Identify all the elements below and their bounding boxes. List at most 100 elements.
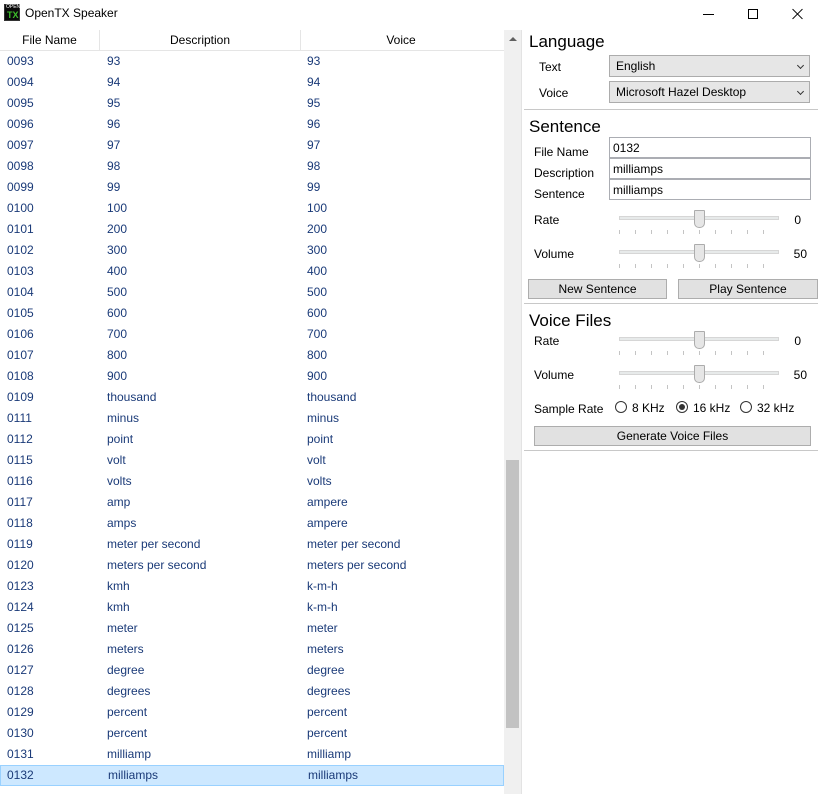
table-row[interactable]: 0097 97 97 [0, 135, 504, 156]
table-row[interactable]: 0117 amp ampere [0, 492, 504, 513]
cell-description: thousand [107, 390, 157, 404]
scroll-thumb[interactable] [506, 460, 519, 728]
table-row[interactable]: 0109 thousand thousand [0, 387, 504, 408]
description-label: Description [534, 166, 595, 180]
slider-thumb[interactable] [694, 365, 705, 383]
sample-rate-label: Sample Rate [534, 402, 604, 416]
sentence-input[interactable]: milliamps [609, 179, 811, 200]
language-title: Language [529, 32, 605, 51]
sample-rate-8khz-radio[interactable] [615, 401, 627, 413]
cell-voice: volts [307, 474, 332, 488]
column-header-file-name[interactable]: File Name [0, 30, 100, 51]
cell-voice: k-m-h [307, 579, 338, 593]
sentence-volume-slider[interactable] [619, 244, 779, 268]
column-header-description[interactable]: Description [100, 30, 301, 51]
table-row[interactable]: 0119 meter per second meter per second [0, 534, 504, 555]
table-row[interactable]: 0106 700 700 [0, 324, 504, 345]
cell-voice: volt [307, 453, 326, 467]
table-row[interactable]: 0127 degree degree [0, 660, 504, 681]
divider [524, 303, 818, 304]
generate-voice-files-button[interactable]: Generate Voice Files [534, 426, 811, 446]
slider-ticks [619, 230, 779, 234]
slider-ticks [619, 264, 779, 268]
table-row[interactable]: 0105 600 600 [0, 303, 504, 324]
table-row[interactable]: 0108 900 900 [0, 366, 504, 387]
vertical-scrollbar[interactable] [504, 30, 521, 794]
table-row[interactable]: 0126 meters meters [0, 639, 504, 660]
slider-thumb[interactable] [694, 210, 705, 228]
table-row[interactable]: 0125 meter meter [0, 618, 504, 639]
table-row[interactable]: 0115 volt volt [0, 450, 504, 471]
cell-voice: minus [307, 411, 340, 425]
chevron-down-icon [796, 61, 805, 70]
table-row[interactable]: 0132 milliamps milliamps [0, 765, 504, 786]
sentence-rate-slider[interactable] [619, 210, 779, 234]
list-rows: 0093 93 93 0094 94 94 0095 95 95 0096 96 96 0097 97 97… [0, 51, 504, 794]
file-list[interactable]: File Name Description Voice 0093 93 93 0094… [0, 30, 522, 794]
table-row[interactable]: 0100 100 100 [0, 198, 504, 219]
table-row[interactable]: 0101 200 200 [0, 219, 504, 240]
cell-voice: percent [307, 705, 348, 719]
cell-voice: 400 [307, 264, 328, 278]
table-row[interactable]: 0120 meters per second meters per second [0, 555, 504, 576]
cell-file-name: 0119 [7, 537, 33, 551]
table-row[interactable]: 0107 800 800 [0, 345, 504, 366]
table-row[interactable]: 0094 94 94 [0, 72, 504, 93]
sample-rate-32khz-radio[interactable] [740, 401, 752, 413]
minimize-button[interactable] [685, 0, 731, 28]
table-row[interactable]: 0118 amps ampere [0, 513, 504, 534]
cell-file-name: 0095 [7, 96, 34, 110]
scroll-up-button[interactable] [504, 30, 521, 47]
cell-file-name: 0132 [7, 768, 34, 782]
table-row[interactable]: 0103 400 400 [0, 261, 504, 282]
cell-file-name: 0097 [7, 138, 34, 152]
slider-ticks [619, 385, 779, 389]
divider [524, 109, 818, 110]
table-row[interactable]: 0124 kmh k-m-h [0, 597, 504, 618]
table-row[interactable]: 0099 99 99 [0, 177, 504, 198]
table-row[interactable]: 0130 percent percent [0, 723, 504, 744]
table-row[interactable]: 0095 95 95 [0, 93, 504, 114]
close-button[interactable] [775, 0, 818, 28]
table-row[interactable]: 0112 point point [0, 429, 504, 450]
cell-description: 99 [107, 180, 121, 194]
voice-files-title: Voice Files [529, 311, 612, 330]
table-row[interactable]: 0123 kmh k-m-h [0, 576, 504, 597]
table-row[interactable]: 0098 98 98 [0, 156, 504, 177]
table-row[interactable]: 0111 minus minus [0, 408, 504, 429]
table-row[interactable]: 0128 degrees degrees [0, 681, 504, 702]
table-row[interactable]: 0096 96 96 [0, 114, 504, 135]
cell-file-name: 0124 [7, 600, 34, 614]
cell-file-name: 0117 [7, 495, 33, 509]
maximize-button[interactable] [730, 0, 776, 28]
slider-thumb[interactable] [694, 244, 705, 262]
table-row[interactable]: 0116 volts volts [0, 471, 504, 492]
cell-description: minus [107, 411, 140, 425]
table-row[interactable]: 0104 500 500 [0, 282, 504, 303]
description-input[interactable]: milliamps [609, 158, 811, 179]
column-header-voice[interactable]: Voice [301, 30, 501, 51]
slider-thumb[interactable] [694, 331, 705, 349]
cell-voice: meter [307, 621, 338, 635]
table-row[interactable]: 0102 300 300 [0, 240, 504, 261]
voice-volume-slider[interactable] [619, 365, 779, 389]
voice-select[interactable]: Microsoft Hazel Desktop [609, 81, 810, 103]
sample-rate-16khz-radio[interactable] [676, 401, 688, 413]
text-language-select[interactable]: English [609, 55, 810, 77]
new-sentence-button[interactable]: New Sentence [528, 279, 667, 299]
cell-voice: 300 [307, 243, 328, 257]
play-sentence-button[interactable]: Play Sentence [678, 279, 818, 299]
table-row[interactable]: 0093 93 93 [0, 51, 504, 72]
voice-rate-slider[interactable] [619, 331, 779, 355]
cell-voice: 97 [307, 138, 321, 152]
file-name-input[interactable]: 0132 [609, 137, 811, 158]
voice-volume-value: 50 [793, 368, 807, 382]
cell-file-name: 0127 [7, 663, 34, 677]
cell-file-name: 0107 [7, 348, 34, 362]
cell-description: meters [107, 642, 144, 656]
table-row[interactable]: 0131 milliamp milliamp [0, 744, 504, 765]
cell-voice: meters per second [307, 558, 407, 572]
table-row[interactable]: 0129 percent percent [0, 702, 504, 723]
chevron-down-icon [796, 87, 805, 96]
arrow-up-icon [508, 36, 517, 41]
